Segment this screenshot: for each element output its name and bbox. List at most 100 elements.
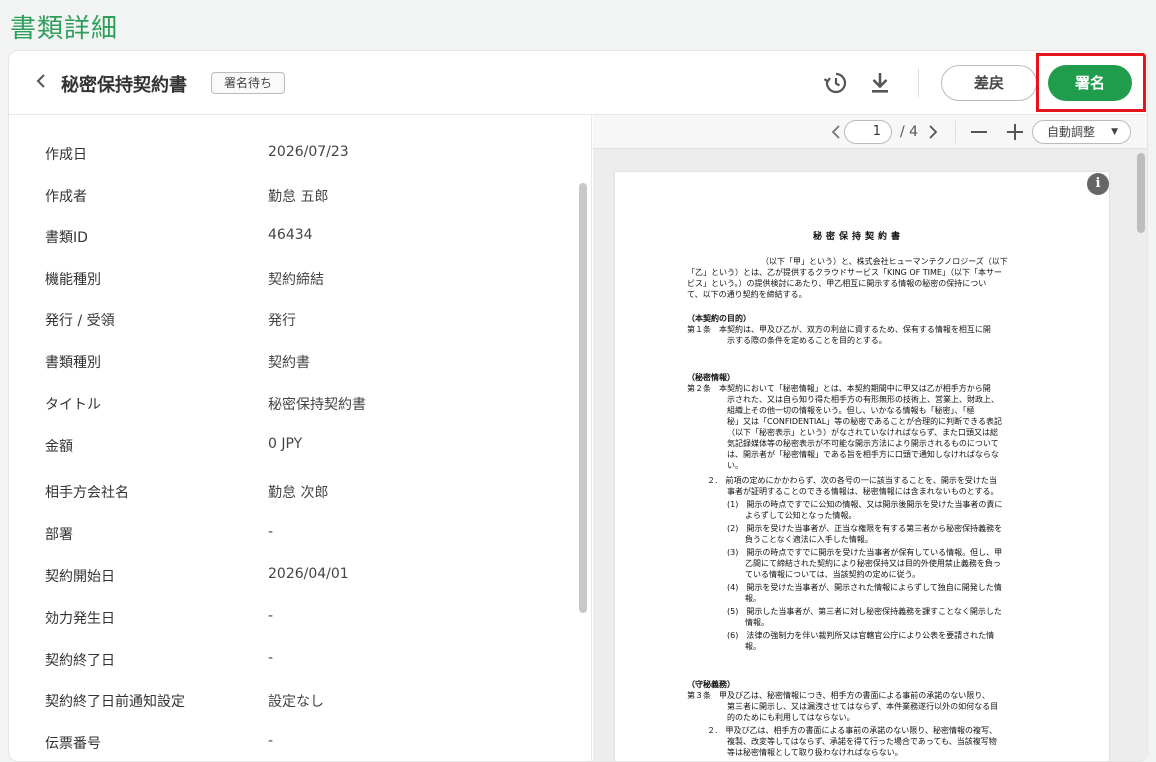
doc-line: て、以下の通り契約を締結する。	[687, 290, 807, 299]
doc-line: 「乙」という）とは、乙が提供するクラウドサービス「KING OF TIME」（以…	[687, 268, 1002, 277]
doc-line: 的のためにも利用してはならない。	[727, 713, 855, 722]
doc-heading: （秘密情報）	[687, 373, 735, 382]
field-value: -	[268, 524, 274, 540]
caret-down-icon: ▼	[1111, 127, 1118, 137]
field-value: 2026/07/23	[268, 144, 349, 160]
sign-button-highlight	[1036, 53, 1146, 112]
field-label: 契約終了日	[45, 653, 115, 669]
doc-line: 秘」又は「CONFIDENTIAL」等の秘密であることが合理的に判断できる表記	[727, 417, 1002, 426]
plus-icon	[1007, 124, 1023, 140]
field-value: 46434	[268, 227, 313, 243]
detail-header: 秘密保持契約書 署名待ち 差戻 署名	[9, 51, 1147, 115]
viewer-scrollbar[interactable]	[1137, 153, 1145, 233]
doc-line: 第三者に開示し、又は漏洩させてはならず、本件業務遂行以外の如何なる目	[727, 702, 999, 711]
status-badge: 署名待ち	[211, 72, 286, 94]
field-value: -	[268, 650, 274, 666]
field-value: -	[268, 733, 274, 749]
zoom-select[interactable]: 自動調整 ▼	[1032, 120, 1131, 144]
field-value: -	[268, 608, 274, 624]
history-icon	[823, 72, 847, 94]
field-value: 2026/04/01	[268, 566, 349, 582]
page-title: 書類詳細	[10, 14, 119, 44]
doc-line: (5) 開示した当事者が、第三者に対し秘密保持義務を課すことなく開示した	[727, 607, 1002, 616]
doc-line: (4) 開示を受けた当事者が、開示された情報によらずして独自に開発した情	[727, 583, 1002, 592]
prev-page-button[interactable]	[829, 120, 843, 144]
field-value: 設定なし	[268, 694, 324, 710]
doc-line: 第２条 本契約において「秘密情報」とは、本契約期間中に甲又は乙が相手方から開	[687, 384, 991, 393]
doc-line: （以下「甲」という）と、株式会社ヒューマンテクノロジーズ（以下	[761, 257, 1008, 266]
doc-heading: （守秘義務）	[687, 680, 735, 689]
field-value: 秘密保持契約書	[268, 397, 366, 413]
doc-line: 報。	[745, 642, 761, 651]
doc-line: (3) 開示の時点ですでに開示を受けた当事者が保有している情報。但し、甲	[727, 548, 1003, 557]
history-button[interactable]	[821, 69, 849, 97]
page-total: / 4	[899, 124, 919, 140]
doc-title: 秘密保持契約書	[813, 232, 905, 242]
doc-heading: （本契約の目的）	[687, 314, 751, 323]
field-label: 部署	[45, 527, 73, 543]
doc-line: 第１条 本契約は、甲及び乙が、双方の利益に資するため、保有する情報を相互に開	[687, 325, 991, 334]
field-value: 0 JPY	[268, 436, 303, 452]
field-label: 相手方会社名	[45, 485, 129, 501]
doc-line: 事者が証明することのできる情報は、秘密情報には含まれないものとする。	[727, 487, 999, 496]
metadata-scrollbar[interactable]	[579, 183, 587, 613]
next-page-button[interactable]	[926, 120, 940, 144]
pdf-page: 秘密保持契約書 （以下「甲」という）と、株式会社ヒューマンテクノロジーズ（以下 …	[615, 172, 1109, 761]
doc-line: (6) 法律の強制力を伴い裁判所又は官轄官公庁により公表を要請された情	[727, 631, 995, 640]
document-detail-card: 秘密保持契約書 署名待ち 差戻 署名 作成日 2026/07/23 作成者 勤怠 五…	[8, 50, 1148, 762]
field-value: 発行	[268, 313, 296, 329]
minus-icon	[971, 131, 987, 133]
field-value: 勤怠 五郎	[268, 189, 329, 205]
field-label: 金額	[45, 439, 73, 455]
doc-line: 複製、改変等してはならず、承諾を得て行った場合であっても、当該複写物	[727, 737, 997, 746]
return-button[interactable]: 差戻	[941, 65, 1037, 101]
info-icon[interactable]: i	[1087, 173, 1109, 195]
doc-line: 第３条 甲及び乙は、秘密情報につき、相手方の書面による事前の承諾のない限り、	[687, 691, 990, 700]
doc-line: 示する際の条件を定めることを目的とする。	[727, 336, 887, 345]
zoom-out-button[interactable]	[968, 120, 990, 144]
doc-line: よらずして公知となった情報。	[745, 511, 857, 520]
field-value: 勤怠 次郎	[268, 485, 329, 501]
field-label: 書類ID	[45, 230, 88, 246]
doc-line: 乙間にて締結された契約により秘密保持又は目的外使用禁止義務を負っ	[745, 559, 1001, 568]
doc-line: ている情報については、当該契約の定めに従う。	[745, 570, 921, 579]
field-value: 契約書	[268, 355, 310, 371]
doc-line: 負うことなく適法に入手した情報。	[745, 535, 873, 544]
doc-line: (2) 開示を受けた当事者が、正当な権限を有する第三者から秘密保持義務を	[727, 524, 1003, 533]
metadata-panel: 作成日 2026/07/23 作成者 勤怠 五郎 書類ID 46434 機能種別 契約締…	[9, 115, 592, 761]
chevron-left-icon	[36, 74, 45, 88]
zoom-in-button[interactable]	[1004, 120, 1026, 144]
doc-line: ２. 前項の定めにかかわらず、次の各号の一に該当することを、開示を受けた当	[707, 476, 997, 485]
document-title: 秘密保持契約書	[61, 75, 187, 96]
viewer-toolbar: 1 / 4 自動調整 ▼	[593, 115, 1147, 149]
toolbar-divider	[955, 121, 956, 143]
doc-line: 報。	[745, 594, 761, 603]
field-label: 発行 / 受領	[45, 313, 115, 329]
doc-line: 等は秘密情報として取り扱わなければならない。	[727, 748, 903, 757]
doc-line: は、開示者が「秘密情報」である旨を相手方に口頭で通知しなければならな	[727, 450, 999, 459]
header-divider	[918, 69, 919, 97]
doc-line: （以下「秘密表示」という）がなされていなければならず、また口頭又は総	[727, 428, 999, 437]
doc-line: い。	[727, 461, 743, 470]
field-label: 作成者	[45, 189, 87, 205]
doc-line: ビス」という。）の提供検討にあたり、甲乙相互に開示する情報の秘密の保持につい	[687, 279, 987, 288]
doc-line: ２. 甲及び乙は、相手方の書面による事前の承諾のない限り、秘密情報の複写、	[707, 726, 997, 735]
field-label: 書類種別	[45, 355, 101, 371]
field-label: タイトル	[45, 397, 101, 413]
pdf-viewer: 1 / 4 自動調整 ▼ 秘密保持契約書 （以下「甲」という）と、株式会社ヒューマ…	[593, 115, 1147, 761]
doc-line: 示された、又は自ら知り得た相手方の有形無形の技術上、営業上、財政上、	[727, 395, 999, 404]
doc-line: 気記録媒体等の秘密表示が不可能な開示方法により開示されるものについて	[727, 439, 999, 448]
doc-line: 情報。	[745, 618, 769, 627]
download-button[interactable]	[866, 69, 894, 97]
field-value: 契約締結	[268, 272, 324, 288]
field-label: 効力発生日	[45, 611, 115, 627]
doc-line: 組織上その他一切の情報をいう。但し、いかなる情報も「秘密」、「極	[727, 406, 975, 415]
chevron-right-icon	[929, 125, 938, 139]
download-icon	[872, 73, 888, 93]
field-label: 契約終了日前通知設定	[45, 694, 185, 710]
field-label: 伝票番号	[45, 736, 101, 752]
field-label: 契約開始日	[45, 569, 115, 585]
back-button[interactable]	[29, 69, 53, 97]
page-number-input[interactable]: 1	[844, 120, 892, 144]
doc-line: (1) 開示の時点ですでに公知の情報、又は開示後開示を受けた当事者の責に	[727, 500, 1003, 509]
